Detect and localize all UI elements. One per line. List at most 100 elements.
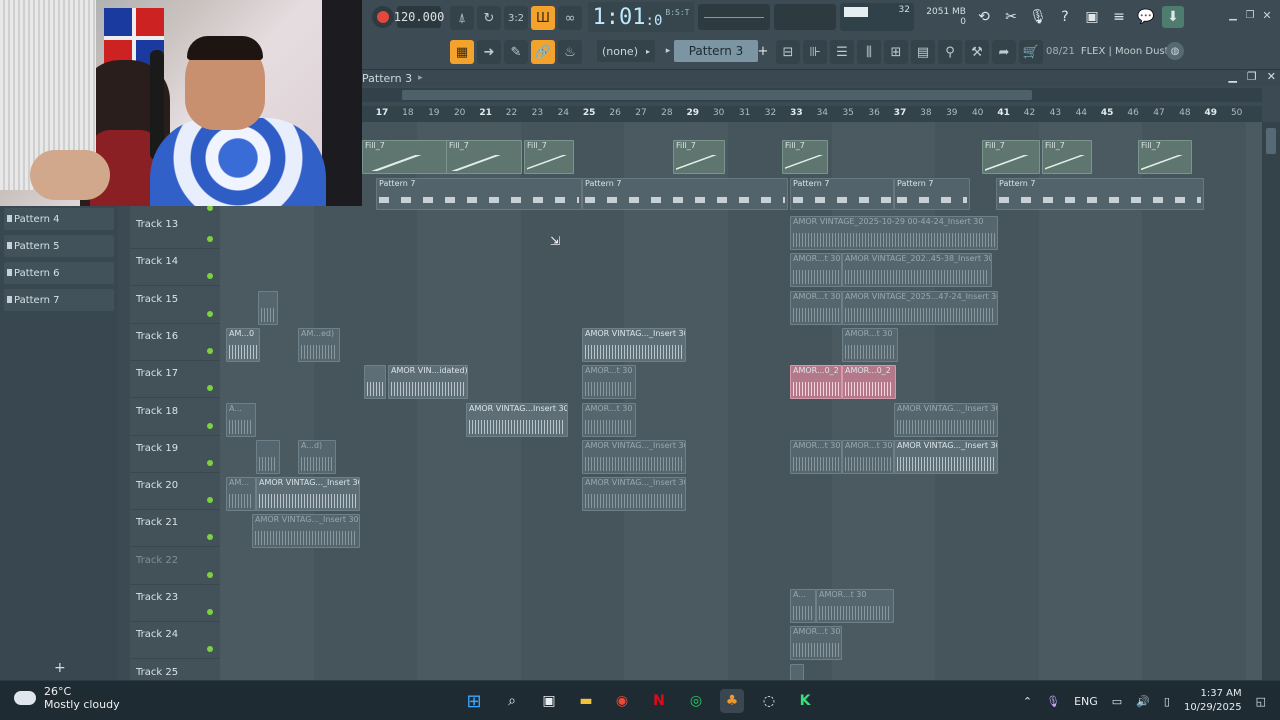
chrome-icon[interactable]: ◉ xyxy=(610,689,634,713)
notification-icon[interactable]: ◱ xyxy=(1256,695,1266,708)
step-edit-icon[interactable]: Ш xyxy=(531,6,555,30)
track-mute-led[interactable] xyxy=(207,273,213,280)
audio-clip[interactable] xyxy=(258,290,278,325)
restore-icon[interactable]: ❐ xyxy=(1243,8,1257,22)
audio-clip[interactable]: AMOR VINTAG..._Insert 30 xyxy=(894,402,998,437)
playlist-icon[interactable]: ⊟ xyxy=(776,40,800,64)
track-mute-led[interactable] xyxy=(207,534,213,541)
audio-clip[interactable]: AM... xyxy=(226,477,256,512)
mic-icon[interactable]: 🎙 xyxy=(1027,6,1049,28)
audio-clip[interactable]: AMOR VIN...idated) xyxy=(388,365,468,400)
send-icon[interactable]: ➦ xyxy=(992,40,1016,64)
track-header[interactable]: Track 16 xyxy=(130,324,220,361)
audio-clip[interactable]: AMOR...t 30 xyxy=(842,327,898,362)
search-icon[interactable]: ⌕ xyxy=(500,689,524,713)
audio-clip[interactable]: A... xyxy=(226,402,256,437)
piano-roll-icon[interactable]: ⊪ xyxy=(803,40,827,64)
track-header[interactable]: Track 17 xyxy=(130,361,220,399)
audio-clip[interactable]: AMOR...t 30 xyxy=(842,439,894,474)
vertical-scrollbar[interactable] xyxy=(1262,122,1280,680)
track-header[interactable]: Track 20 xyxy=(130,473,220,511)
chevron-up-icon[interactable]: ⌃ xyxy=(1023,695,1032,708)
help-icon[interactable]: ? xyxy=(1054,6,1076,28)
arrow-right-icon[interactable]: ➜ xyxy=(477,40,501,64)
plugin-icon[interactable]: ⚲ xyxy=(938,40,962,64)
track-mute-led[interactable] xyxy=(207,385,213,392)
audio-clip[interactable]: AMOR VINTAGE_2025-10-29 00-44-24_Insert … xyxy=(790,216,998,250)
scroll-thumb[interactable] xyxy=(402,90,1032,100)
audio-clip[interactable]: AMOR VINTAG..._Insert 30 xyxy=(582,439,686,474)
language-indicator[interactable]: ENG xyxy=(1074,695,1098,708)
tools-icon[interactable]: ⚒ xyxy=(965,40,989,64)
audio-clip[interactable]: A... xyxy=(790,589,816,623)
audio-clip[interactable]: AMOR VINTAG..._Insert 30 xyxy=(256,477,360,512)
playlist-restore-icon[interactable]: ❐ xyxy=(1247,70,1257,83)
track-mute-led[interactable] xyxy=(207,646,213,653)
audio-clip[interactable]: AMOR...t 30 xyxy=(582,402,636,437)
audio-clip[interactable]: AM...ed) xyxy=(298,327,340,362)
audio-clip[interactable] xyxy=(364,365,386,400)
minimize-icon[interactable]: ▁ xyxy=(1226,8,1240,22)
add-pattern-button[interactable]: + xyxy=(756,40,770,62)
horizontal-scrollbar[interactable] xyxy=(362,88,1262,102)
pattern-clip[interactable]: Pattern 7 xyxy=(582,178,788,210)
weather-widget[interactable]: 26°C Mostly cloudy xyxy=(10,685,120,711)
spotify-icon[interactable]: ◎ xyxy=(684,689,708,713)
audio-clip[interactable]: AMOR...t 30 xyxy=(790,439,842,474)
task-view-icon[interactable]: ▣ xyxy=(537,689,561,713)
channel-rack-icon[interactable]: ☰ xyxy=(830,40,854,64)
audio-clip[interactable]: AMOR VINTAG...Insert 30 xyxy=(466,402,568,437)
battery-icon[interactable]: ▯ xyxy=(1164,695,1170,708)
fill-clip[interactable]: Fill_7 xyxy=(524,140,574,174)
network-icon[interactable]: ▭ xyxy=(1112,695,1122,708)
fill-clip[interactable]: Fill_7 xyxy=(982,140,1040,174)
volume-icon[interactable]: 🔊 xyxy=(1136,695,1150,708)
fl-studio-icon[interactable]: ♣ xyxy=(720,689,744,713)
playlist-grid[interactable]: Fill_7 Fill_7 Fill_7 Fill_7 Fill_7 Fill_7 Fill… xyxy=(220,122,1262,680)
picker-item[interactable]: Pattern 6 xyxy=(4,262,114,284)
blend-notes-icon[interactable]: ∞ xyxy=(558,6,582,30)
cut-icon[interactable]: ✂ xyxy=(1000,6,1022,28)
audio-clip[interactable]: AMOR VINTAGE_2025...47-24_Insert 30 xyxy=(842,290,998,325)
download-icon[interactable]: ⬇ xyxy=(1162,6,1184,28)
fill-clip[interactable]: Fill_7 xyxy=(1138,140,1192,174)
project-icon[interactable]: ▤ xyxy=(911,40,935,64)
kick-icon[interactable]: K xyxy=(793,689,817,713)
stamp-icon[interactable]: ♨ xyxy=(558,40,582,64)
track-header[interactable]: Track 22 xyxy=(130,548,220,585)
browser-icon[interactable]: ⊞ xyxy=(884,40,908,64)
pattern-clip[interactable]: Pattern 7 xyxy=(376,178,582,210)
track-header[interactable]: Track 15 xyxy=(130,287,220,324)
netflix-icon[interactable]: N xyxy=(647,689,671,713)
microphone-tray-icon[interactable]: 🎙 xyxy=(1046,695,1060,708)
pattern-clip[interactable]: Pattern 7 xyxy=(996,178,1204,210)
link-icon[interactable]: 🔗 xyxy=(531,40,555,64)
pencil-icon[interactable]: ✎ xyxy=(504,40,528,64)
fill-clip[interactable]: Fill_7 xyxy=(362,140,448,174)
obs-icon[interactable]: ◌ xyxy=(757,689,781,713)
mixer-view-icon[interactable]: ⫼ xyxy=(857,40,881,64)
file-explorer-icon[interactable]: ▬ xyxy=(574,689,598,713)
undo-icon[interactable]: ⟲ xyxy=(973,6,995,28)
picker-item[interactable]: Pattern 4 xyxy=(4,208,114,230)
track-mute-led[interactable] xyxy=(207,422,213,429)
vscroll-thumb[interactable] xyxy=(1266,128,1276,154)
fill-clip[interactable]: Fill_7 xyxy=(673,140,725,174)
record-button[interactable] xyxy=(372,6,394,28)
track-mute-led[interactable] xyxy=(207,236,213,242)
playlist-piano-icon[interactable]: ▦ xyxy=(450,40,474,64)
track-mute-led[interactable] xyxy=(207,310,213,317)
audio-clip[interactable]: AM...0 xyxy=(226,327,260,362)
close-icon[interactable]: ✕ xyxy=(1260,8,1274,22)
audio-clip[interactable]: AMOR VINTAG..._Insert 30 xyxy=(252,514,360,549)
track-mute-led[interactable] xyxy=(207,347,213,354)
save-icon[interactable]: ▣ xyxy=(1081,6,1103,28)
audio-clip[interactable]: AMOR VINTAG..._Insert 30 xyxy=(894,439,998,474)
audio-clip[interactable]: AMOR VINTAG..._Insert 30 xyxy=(582,477,686,512)
audio-clip[interactable]: AMOR...t 30 xyxy=(582,365,636,400)
playlist-minimize-icon[interactable]: ▁ xyxy=(1228,70,1236,83)
globe-icon[interactable]: ◍ xyxy=(1166,42,1184,60)
track-header[interactable]: Track 23 xyxy=(130,585,220,622)
audio-clip[interactable]: AMOR...t 30 xyxy=(816,589,894,623)
picker-item[interactable]: Pattern 5 xyxy=(4,235,114,257)
